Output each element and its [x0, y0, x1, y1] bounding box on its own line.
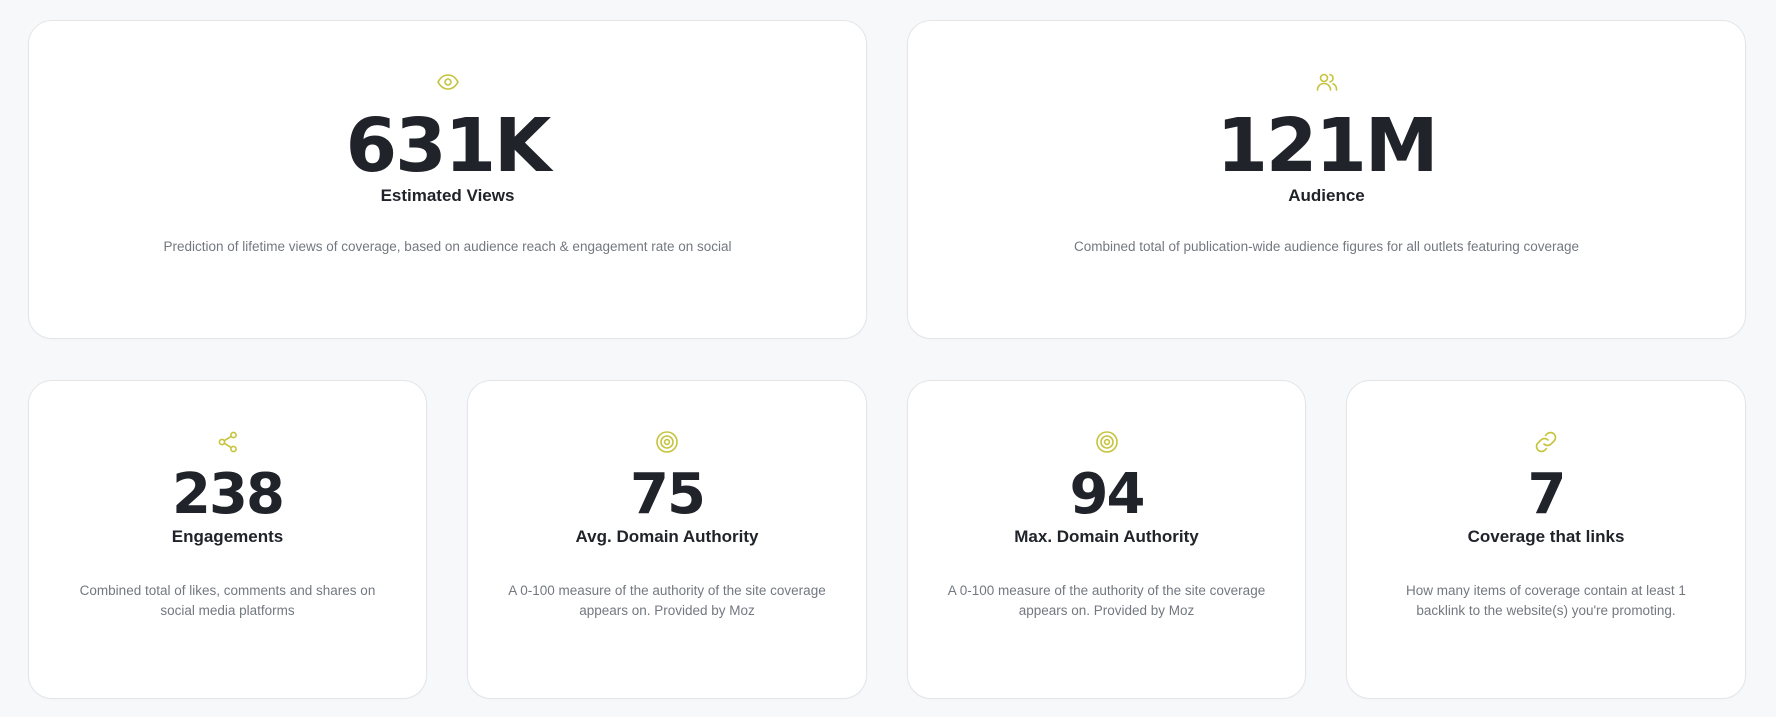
- metric-value: 75: [630, 462, 706, 527]
- users-icon: [908, 69, 1745, 95]
- metric-card-avg-domain-authority: 75 Avg. Domain Authority A 0-100 measure…: [467, 380, 867, 699]
- metric-description: Combined total of publication-wide audie…: [1073, 239, 1580, 254]
- metric-label: Max. Domain Authority: [1014, 527, 1199, 546]
- metric-label: Estimated Views: [380, 186, 515, 205]
- metric-card-audience: 121M Audience Combined total of publicat…: [907, 20, 1746, 339]
- metric-description: A 0-100 measure of the authority of the …: [947, 583, 1266, 618]
- target-icon: [908, 429, 1305, 455]
- link-icon: [1347, 429, 1745, 455]
- share-icon: [29, 429, 426, 455]
- metric-card-estimated-views: 631K Estimated Views Prediction of lifet…: [28, 20, 867, 339]
- metric-value: 238: [172, 462, 285, 527]
- metric-value: 7: [1527, 462, 1567, 527]
- metric-value: 121M: [1216, 103, 1438, 189]
- metric-description: A 0-100 measure of the authority of the …: [508, 583, 826, 618]
- metric-card-engagements: 238 Engagements Combined total of likes,…: [28, 380, 427, 699]
- metric-value: 94: [1069, 462, 1146, 527]
- metric-description: How many items of coverage contain at le…: [1406, 583, 1686, 618]
- metric-label: Audience: [1288, 186, 1365, 205]
- metric-description: Combined total of likes, comments and sh…: [79, 583, 376, 618]
- metric-label: Coverage that links: [1467, 527, 1625, 546]
- metric-label: Engagements: [171, 527, 284, 546]
- metric-description: Prediction of lifetime views of coverage…: [163, 239, 732, 254]
- metric-card-coverage-that-links: 7 Coverage that links How many items of …: [1346, 380, 1746, 699]
- eye-icon: [29, 69, 866, 95]
- metric-label: Avg. Domain Authority: [575, 527, 759, 546]
- metric-value: 631K: [345, 103, 552, 189]
- metric-card-max-domain-authority: 94 Max. Domain Authority A 0-100 measure…: [907, 380, 1306, 699]
- target-icon: [468, 429, 866, 455]
